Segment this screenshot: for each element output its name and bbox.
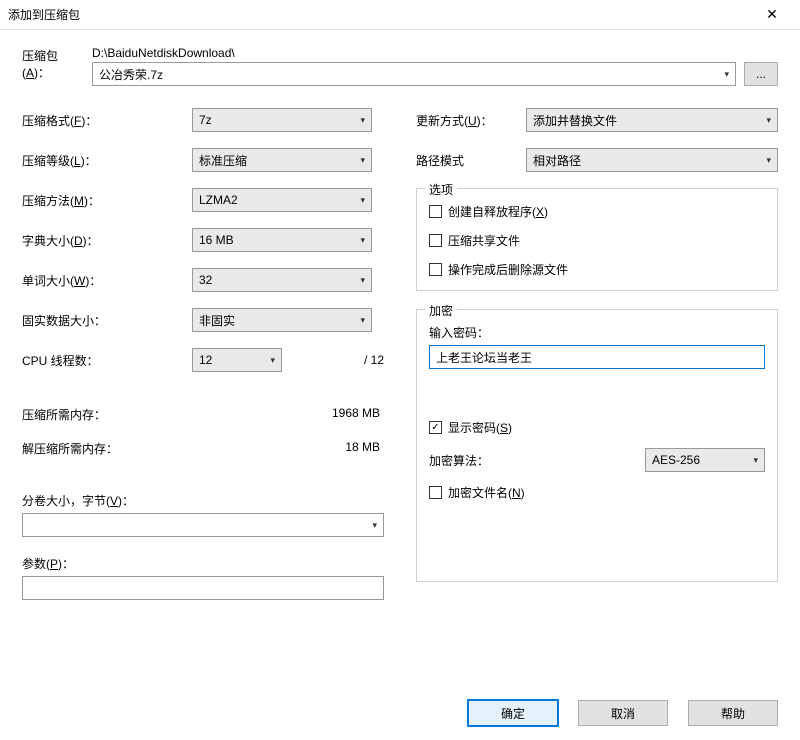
right-column: 更新方式(U)： 添加并替换文件▾ 路径模式 相对路径▾ 选项 创建自释放程序(… <box>416 108 778 600</box>
cpu-total: / 12 <box>364 353 384 367</box>
password-input[interactable]: 上老王论坛当老王 <box>429 345 765 369</box>
left-column: 压缩格式(F)： 7z▾ 压缩等级(L)： 标准压缩▾ 压缩方法(M)： LZM… <box>22 108 384 600</box>
cancel-button[interactable]: 取消 <box>578 700 668 726</box>
encryption-legend: 加密 <box>425 302 457 319</box>
update-dropdown[interactable]: 添加并替换文件▾ <box>526 108 778 132</box>
share-checkbox[interactable] <box>429 234 442 247</box>
archive-filename-dropdown[interactable]: 公冶秀荣.7z ▾ <box>92 62 736 86</box>
close-button[interactable]: ✕ <box>752 1 792 29</box>
delete-label: 操作完成后删除源文件 <box>448 261 568 278</box>
level-dropdown[interactable]: 标准压缩▾ <box>192 148 372 172</box>
params-input[interactable] <box>22 576 384 600</box>
memory-compress-value: 1968 MB <box>192 406 384 424</box>
chevron-down-icon: ▾ <box>753 455 758 466</box>
solid-dropdown[interactable]: 非固实▾ <box>192 308 372 332</box>
pathmode-dropdown[interactable]: 相对路径▾ <box>526 148 778 172</box>
options-group: 选项 创建自释放程序(X) 压缩共享文件 操作完成后删除源文件 <box>416 188 778 291</box>
show-password-checkbox[interactable]: ✓ <box>429 421 442 434</box>
format-dropdown[interactable]: 7z▾ <box>192 108 372 132</box>
delete-checkbox[interactable] <box>429 263 442 276</box>
encrypt-names-checkbox[interactable] <box>429 486 442 499</box>
volume-dropdown[interactable]: ▾ <box>22 513 384 537</box>
dictionary-label: 字典大小(D)： <box>22 232 192 249</box>
chevron-down-icon: ▾ <box>372 520 377 531</box>
level-label: 压缩等级(L)： <box>22 152 192 169</box>
archive-label: 压缩包(A)： <box>22 47 84 86</box>
browse-button[interactable]: ... <box>744 62 778 86</box>
dialog-footer: 确定 取消 帮助 <box>468 700 778 726</box>
chevron-down-icon: ▾ <box>724 69 729 80</box>
memory-decompress-label: 解压缩所需内存： <box>22 440 192 458</box>
options-legend: 选项 <box>425 181 457 198</box>
algorithm-dropdown[interactable]: AES-256▾ <box>645 448 765 472</box>
chevron-down-icon: ▾ <box>360 315 365 326</box>
password-label: 输入密码： <box>429 324 765 341</box>
chevron-down-icon: ▾ <box>360 115 365 126</box>
encrypt-names-label: 加密文件名(N) <box>448 484 525 501</box>
cpu-label: CPU 线程数： <box>22 352 192 369</box>
cpu-dropdown[interactable]: 12▾ <box>192 348 282 372</box>
chevron-down-icon: ▾ <box>766 155 771 166</box>
update-label: 更新方式(U)： <box>416 112 526 129</box>
params-label: 参数(P)： <box>22 555 384 572</box>
ok-button[interactable]: 确定 <box>468 700 558 726</box>
chevron-down-icon: ▾ <box>766 115 771 126</box>
memory-compress-label: 压缩所需内存： <box>22 406 192 424</box>
word-label: 单词大小(W)： <box>22 272 192 289</box>
dialog-content: 压缩包(A)： D:\BaiduNetdiskDownload\ 公冶秀荣.7z… <box>0 30 800 608</box>
format-label: 压缩格式(F)： <box>22 112 192 129</box>
titlebar: 添加到压缩包 ✕ <box>0 0 800 30</box>
sfx-label: 创建自释放程序(X) <box>448 203 548 220</box>
chevron-down-icon: ▾ <box>270 355 275 366</box>
archive-row: 压缩包(A)： D:\BaiduNetdiskDownload\ 公冶秀荣.7z… <box>22 46 778 86</box>
dictionary-dropdown[interactable]: 16 MB▾ <box>192 228 372 252</box>
chevron-down-icon: ▾ <box>360 155 365 166</box>
chevron-down-icon: ▾ <box>360 195 365 206</box>
method-label: 压缩方法(M)： <box>22 192 192 209</box>
pathmode-label: 路径模式 <box>416 152 526 169</box>
sfx-checkbox[interactable] <box>429 205 442 218</box>
share-label: 压缩共享文件 <box>448 232 520 249</box>
help-button[interactable]: 帮助 <box>688 700 778 726</box>
memory-decompress-value: 18 MB <box>192 440 384 458</box>
chevron-down-icon: ▾ <box>360 275 365 286</box>
chevron-down-icon: ▾ <box>360 235 365 246</box>
show-password-label: 显示密码(S) <box>448 419 512 436</box>
word-dropdown[interactable]: 32▾ <box>192 268 372 292</box>
volume-label: 分卷大小，字节(V)： <box>22 492 384 509</box>
window-title: 添加到压缩包 <box>8 6 752 23</box>
archive-path: D:\BaiduNetdiskDownload\ <box>92 46 736 60</box>
method-dropdown[interactable]: LZMA2▾ <box>192 188 372 212</box>
solid-label: 固实数据大小： <box>22 312 192 329</box>
algorithm-label: 加密算法： <box>429 452 489 469</box>
encryption-group: 加密 输入密码： 上老王论坛当老王 ✓ 显示密码(S) 加密算法： AES-25… <box>416 309 778 582</box>
